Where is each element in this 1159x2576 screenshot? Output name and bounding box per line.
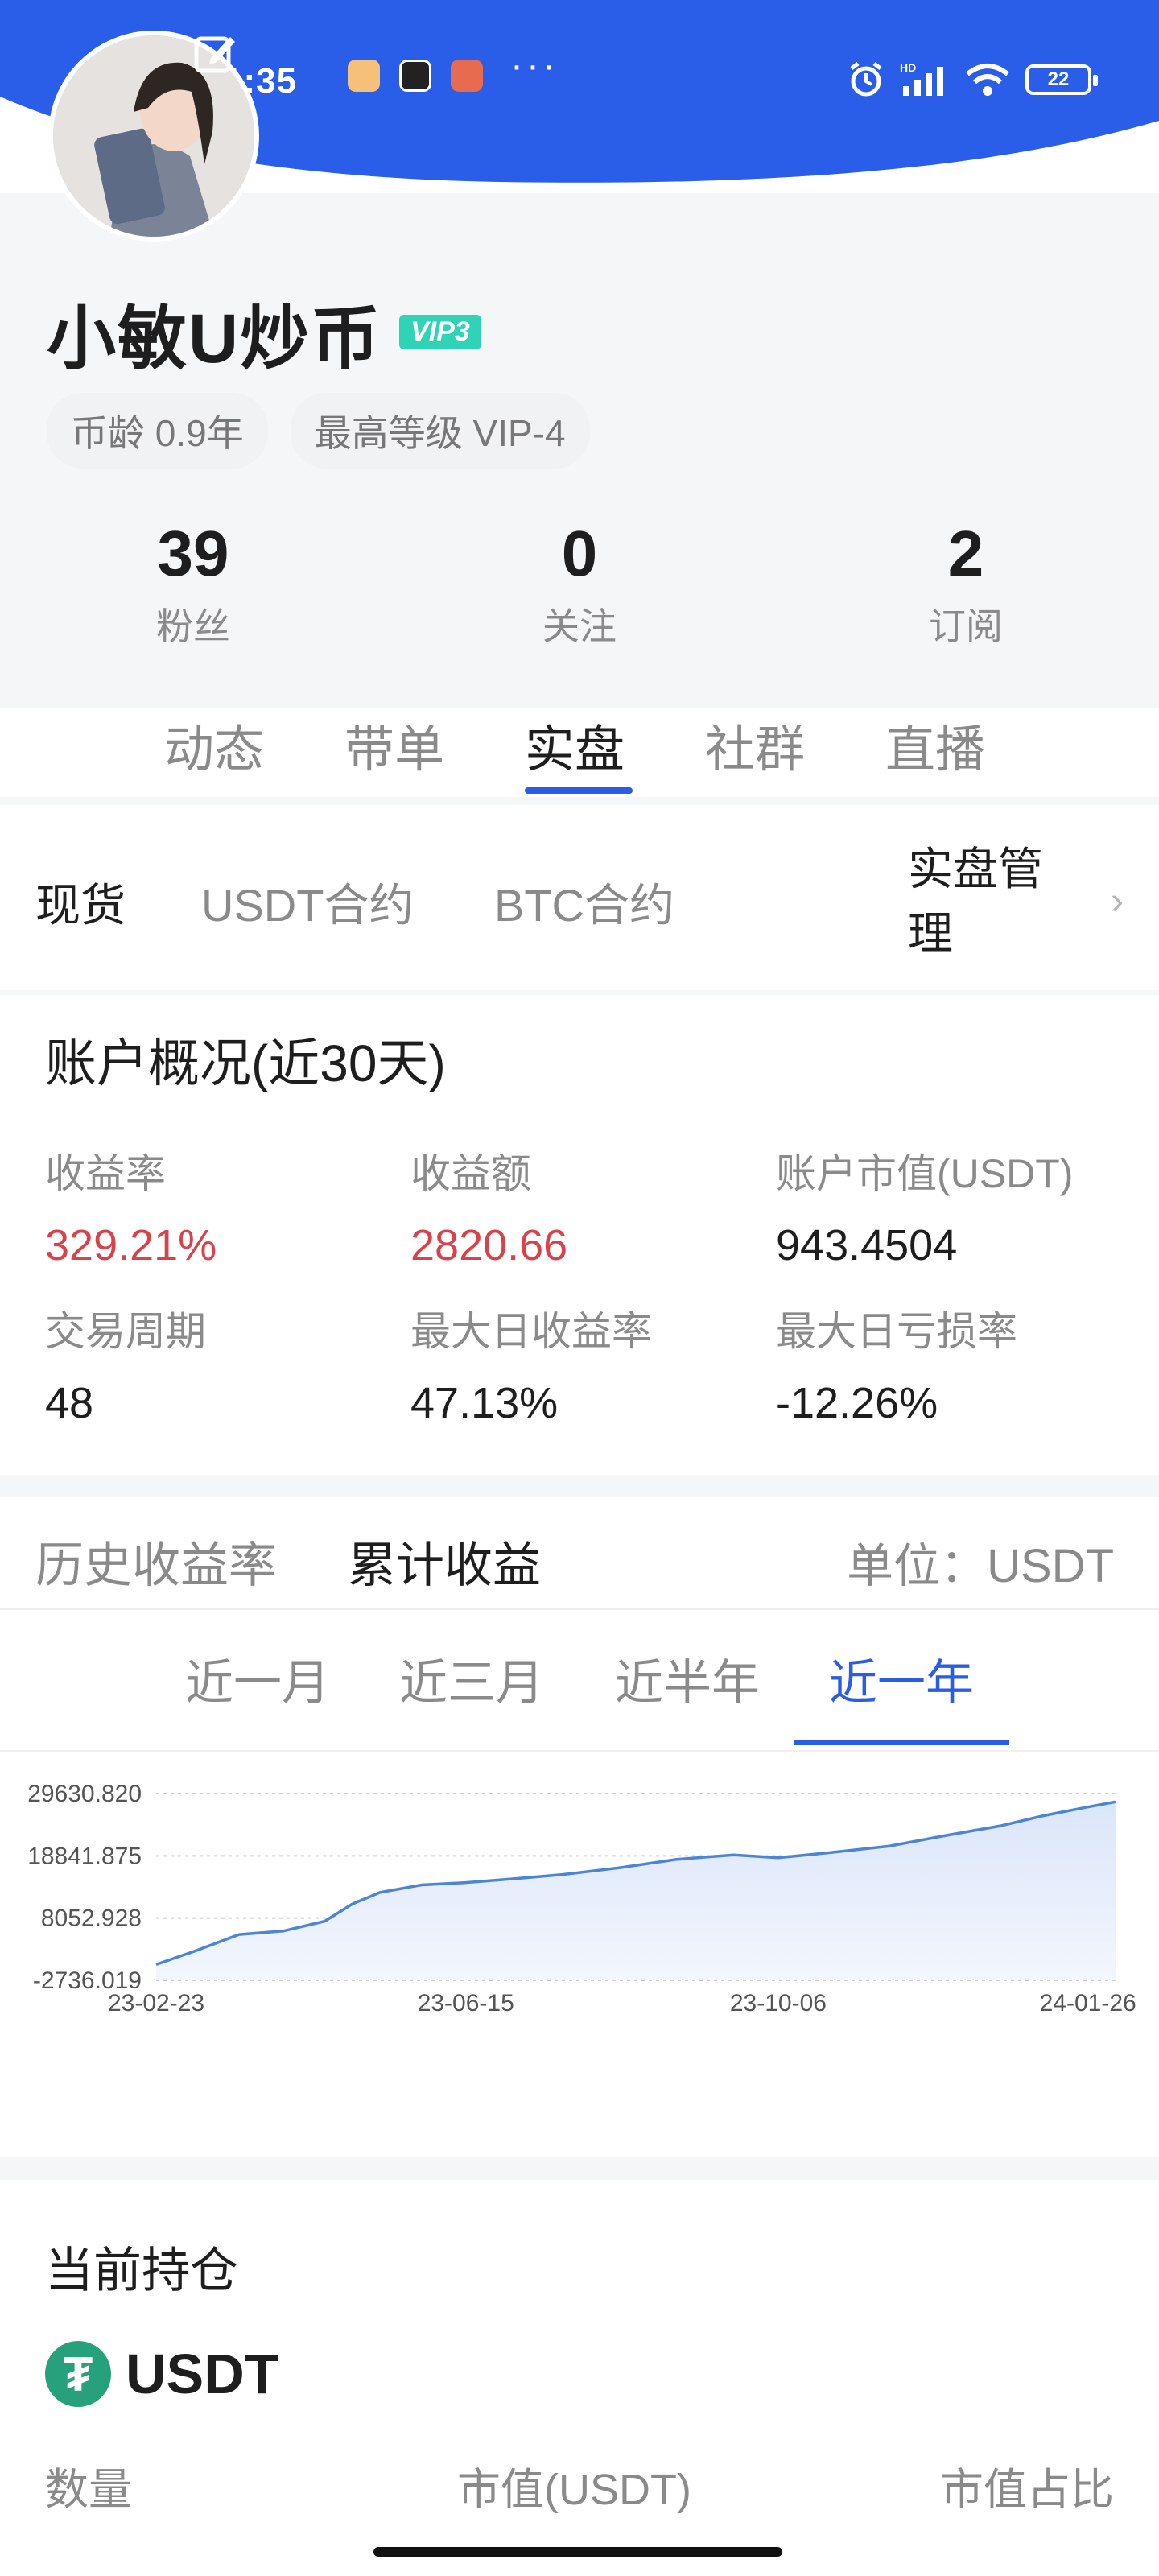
- unit-label: 单位：USDT: [847, 1540, 1114, 1592]
- home-indicator[interactable]: [373, 2547, 782, 2557]
- metric-value: 48: [45, 1379, 94, 1427]
- y-tick-label: 18841.875: [27, 1843, 142, 1869]
- period-tabs: 近一月 近三月 近半年 近一年: [0, 1612, 1159, 1752]
- signal-icon: HD: [900, 61, 943, 96]
- profile-chips: 币龄 0.9年 最高等级 VIP-4: [47, 393, 590, 469]
- period-3-months[interactable]: 近三月: [399, 1644, 544, 1714]
- metric-value: -12.26%: [776, 1379, 938, 1427]
- profit-chart-section: 历史收益率 累计收益 单位：USDT 近一月 近三月 近半年 近一年 29630…: [0, 1497, 1159, 2157]
- column-quantity: 数量: [45, 2466, 132, 2514]
- tab-btc-futures[interactable]: BTC合约: [494, 869, 674, 935]
- current-holdings: 当前持仓 ₮ USDT 数量 市值(USDT) 市值占比: [0, 2180, 1159, 2576]
- tab-spot[interactable]: 现货: [35, 869, 126, 935]
- vip-badge: VIP3: [399, 315, 481, 349]
- network-type-label: HD: [900, 61, 916, 74]
- cumulative-profit-chart: 29630.82018841.8758052.928-2736.01923-02…: [27, 1781, 1136, 2017]
- holding-coin-name: USDT: [126, 2343, 279, 2405]
- metric-max-daily-gain: 最大日收益率 47.13%: [410, 1299, 765, 1428]
- metric-value: 329.21%: [45, 1221, 217, 1269]
- tab-cumulative-profit[interactable]: 累计收益: [348, 1526, 541, 1596]
- metric-return-rate: 收益率 329.21%: [45, 1141, 399, 1270]
- app-notification-icon: [348, 60, 380, 92]
- metric-label: 最大日亏损率: [776, 1309, 1017, 1354]
- column-market-value: 市值(USDT): [457, 2466, 691, 2514]
- stat-label: 粉丝: [156, 605, 230, 647]
- metric-profit-amount: 收益额 2820.66: [410, 1141, 765, 1270]
- chart-type-tabs: 历史收益率 累计收益 单位：USDT: [0, 1497, 1159, 1610]
- profile-name: 小敏U炒币: [47, 300, 382, 378]
- column-market-share: 市值占比: [940, 2466, 1114, 2514]
- y-tick-label: 29630.820: [27, 1781, 142, 1807]
- live-account-manage-link[interactable]: 实盘管理: [908, 837, 1077, 966]
- profile-name-row: 小敏U炒币 VIP3: [47, 282, 481, 382]
- metric-max-daily-loss: 最大日亏损率 -12.26%: [776, 1299, 1130, 1428]
- account-overview: 账户概况(近30天) 收益率 329.21% 收益额 2820.66 账户市值(…: [0, 995, 1159, 1475]
- coin-age-chip: 币龄 0.9年: [47, 393, 268, 469]
- metric-value: 2820.66: [410, 1221, 568, 1269]
- battery-icon: 22: [1025, 64, 1098, 95]
- stat-label: 订阅: [929, 605, 1003, 647]
- x-tick-label: 23-02-23: [108, 1990, 204, 2017]
- account-type-tabs: 现货 USDT合约 BTC合约 实盘管理 ›: [0, 805, 1159, 990]
- tiktok-notification-icon: [399, 60, 431, 92]
- holding-coin[interactable]: ₮ USDT: [45, 2341, 279, 2407]
- stat-label: 关注: [542, 605, 617, 647]
- tab-historical-return[interactable]: 历史收益率: [35, 1526, 277, 1596]
- tab-live-account[interactable]: 实盘: [525, 708, 625, 781]
- stat-value: 2: [947, 518, 984, 589]
- metric-label: 账户市值(USDT): [776, 1151, 1074, 1196]
- stat-value: 39: [157, 518, 229, 589]
- metric-market-value: 账户市值(USDT) 943.4504: [776, 1141, 1130, 1270]
- more-notifications-icon: ···: [510, 44, 559, 87]
- series-area: [156, 1802, 1116, 1980]
- metric-trading-period: 交易周期 48: [45, 1299, 399, 1428]
- active-tab-indicator: [525, 787, 633, 794]
- tab-livestream[interactable]: 直播: [885, 708, 985, 781]
- max-level-chip: 最高等级 VIP-4: [290, 393, 590, 469]
- tab-copy-trading[interactable]: 带单: [344, 708, 444, 781]
- metric-label: 最大日收益率: [410, 1309, 652, 1354]
- game-notification-icon: [451, 60, 483, 92]
- y-tick-label: 8052.928: [41, 1905, 142, 1932]
- holdings-title: 当前持仓: [45, 2244, 238, 2297]
- stat-subscriptions[interactable]: 2 订阅: [869, 515, 1062, 650]
- metric-label: 交易周期: [45, 1309, 206, 1354]
- stat-following[interactable]: 0 关注: [483, 515, 676, 650]
- edit-profile-icon[interactable]: [190, 27, 241, 79]
- alarm-icon: [850, 62, 882, 97]
- wifi-icon: [966, 64, 1009, 96]
- metric-value: 943.4504: [776, 1221, 958, 1269]
- overview-title: 账户概况(近30天): [45, 1034, 446, 1092]
- main-tabs: 动态 带单 实盘 社群 直播: [0, 708, 1159, 797]
- battery-level: 22: [1047, 68, 1070, 90]
- period-1-month[interactable]: 近一月: [185, 1644, 330, 1714]
- metric-label: 收益率: [45, 1151, 166, 1196]
- x-tick-label: 24-01-26: [1040, 1990, 1136, 2017]
- x-tick-label: 23-06-15: [418, 1990, 514, 2017]
- profile-stats: 39 粉丝 0 关注 2 订阅: [0, 515, 1159, 660]
- stat-value: 0: [561, 518, 598, 589]
- tab-community[interactable]: 社群: [705, 708, 805, 781]
- tether-icon: ₮: [45, 2341, 111, 2407]
- tab-posts[interactable]: 动态: [164, 708, 264, 781]
- chevron-right-icon[interactable]: ›: [1111, 879, 1124, 923]
- x-tick-label: 23-10-06: [730, 1990, 827, 2017]
- metric-value: 47.13%: [410, 1379, 559, 1427]
- period-1-year[interactable]: 近一年: [829, 1644, 974, 1714]
- active-period-indicator: [794, 1740, 1009, 1745]
- tab-usdt-futures[interactable]: USDT合约: [201, 869, 414, 935]
- period-6-months[interactable]: 近半年: [615, 1644, 760, 1714]
- stat-followers[interactable]: 39 粉丝: [97, 515, 290, 650]
- metric-label: 收益额: [410, 1151, 531, 1196]
